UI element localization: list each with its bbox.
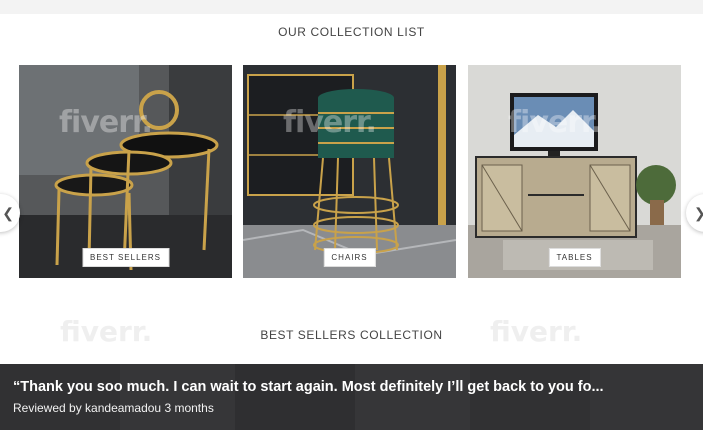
tv-stand-image	[468, 65, 681, 278]
review-quote: “Thank you soo much. I can wait to start…	[13, 379, 604, 395]
review-overlay: “Thank you soo much. I can wait to start…	[0, 364, 703, 430]
chevron-left-icon: ❮	[2, 205, 14, 221]
stool-image	[243, 65, 456, 278]
review-time: 3 months	[164, 401, 214, 415]
watermark: fiverr.	[508, 105, 602, 140]
collection-card-tables[interactable]: fiverr. TABLES	[468, 65, 681, 278]
card-label-best-sellers[interactable]: BEST SELLERS	[82, 248, 169, 267]
watermark: fiverr.	[283, 105, 377, 140]
review-meta: Reviewed by kandeamadou 3 months	[13, 401, 214, 415]
collection-card-chairs[interactable]: fiverr. CHAIRS	[243, 65, 456, 278]
reviewer-name: kandeamadou	[85, 401, 162, 415]
best-sellers-collection-title: BEST SELLERS COLLECTION	[260, 328, 443, 342]
chevron-right-icon: ❯	[694, 205, 703, 222]
card-label-tables[interactable]: TABLES	[548, 248, 601, 267]
card-label-chairs[interactable]: CHAIRS	[323, 248, 376, 267]
watermark: fiverr.	[59, 105, 153, 140]
review-by-label: Reviewed by	[13, 401, 82, 415]
collection-list-title: OUR COLLECTION LIST	[278, 25, 425, 39]
nesting-tables-image	[19, 65, 232, 278]
collection-card-best-sellers[interactable]: fiverr. BEST SELLERS	[19, 65, 232, 278]
top-strip	[0, 0, 703, 14]
